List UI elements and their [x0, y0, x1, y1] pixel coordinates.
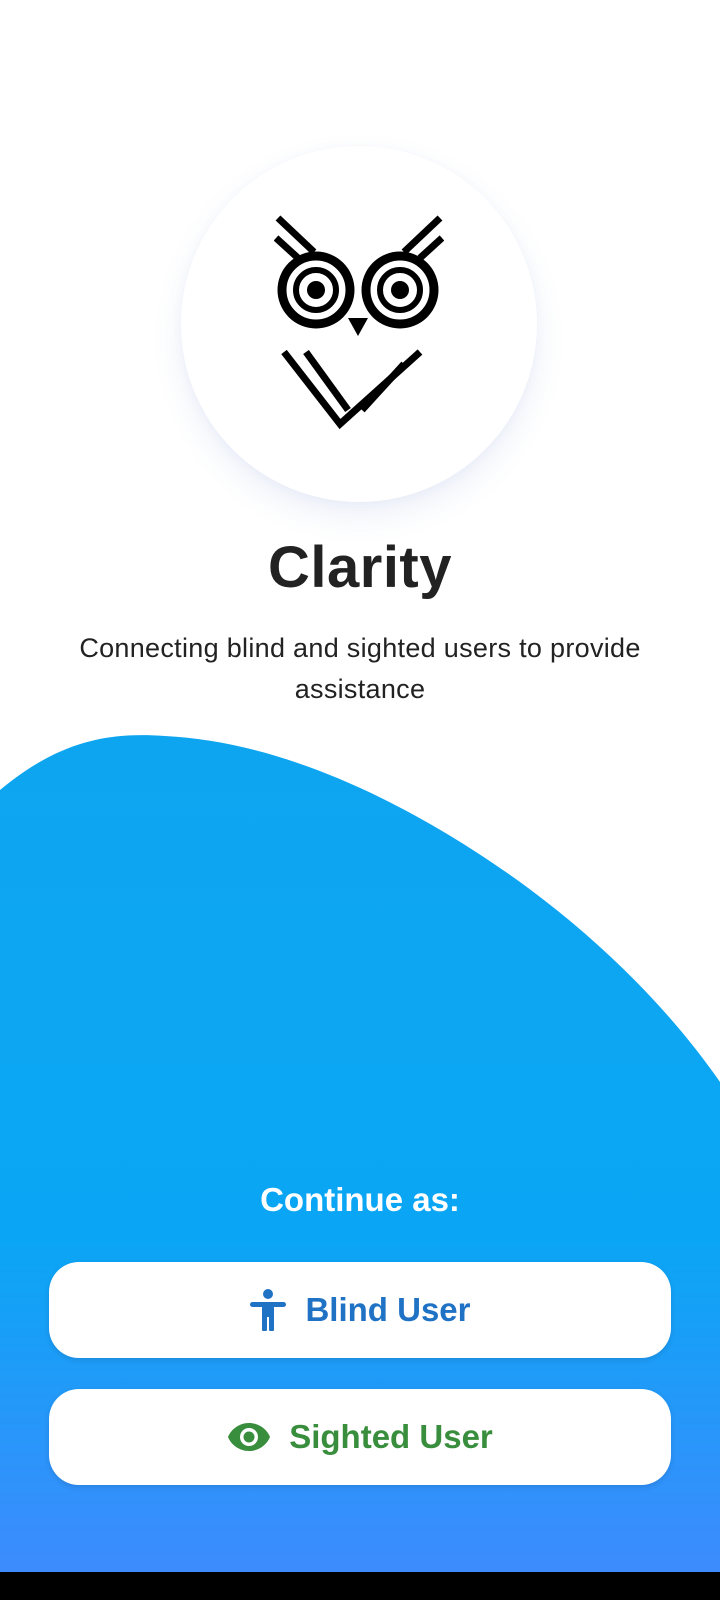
eye-icon	[227, 1422, 271, 1452]
app-subtitle: Connecting blind and sighted users to pr…	[79, 633, 641, 704]
continue-as-label: Continue as:	[260, 1181, 460, 1218]
blind-user-label: Blind User	[305, 1291, 471, 1328]
welcome-screen: Clarity Connecting blind and sighted use…	[0, 0, 720, 1600]
accessibility-icon	[249, 1289, 287, 1331]
blind-user-button[interactable]: Blind User	[49, 1262, 671, 1358]
owl-icon	[274, 215, 444, 430]
system-navigation-bar	[0, 1572, 720, 1600]
sighted-user-label: Sighted User	[289, 1418, 493, 1455]
sighted-user-button[interactable]: Sighted User	[49, 1389, 671, 1485]
app-title: Clarity	[267, 535, 452, 600]
app-logo	[181, 146, 537, 502]
